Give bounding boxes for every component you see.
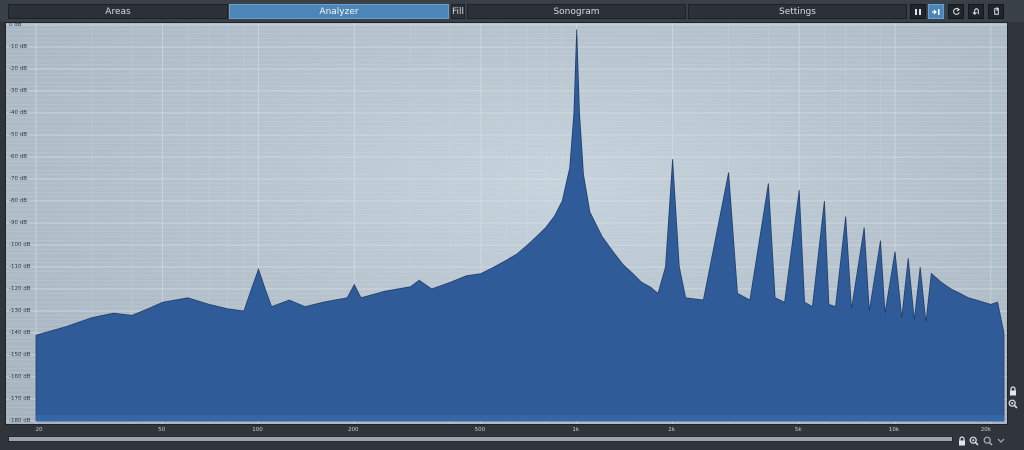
- redo-icon: [993, 7, 999, 15]
- x-tick-label: 50: [158, 427, 166, 433]
- tab-analyzer[interactable]: Analyzer: [229, 4, 449, 19]
- freeze-icon: [932, 8, 940, 15]
- scrollbar-thumb[interactable]: [9, 437, 952, 441]
- redo-button[interactable]: [988, 4, 1004, 19]
- pause-icon: [915, 8, 921, 15]
- pause-button[interactable]: [910, 4, 926, 19]
- toolbar: Areas Analyzer Fill Sonogram Settings: [0, 0, 1024, 22]
- y-tick-label: -10 dB: [9, 44, 27, 50]
- x-tick-label: 200: [348, 427, 359, 433]
- tab-fill[interactable]: Fill: [451, 4, 465, 19]
- y-tick-label: -50 dB: [9, 132, 27, 138]
- tab-areas[interactable]: Areas: [8, 4, 228, 19]
- y-tick-label: -100 dB: [9, 242, 31, 248]
- zoom-out-icon[interactable]: [983, 436, 993, 446]
- freeze-button[interactable]: [928, 4, 944, 19]
- y-tick-label: -180 dB: [9, 418, 31, 424]
- horizontal-scrollbar[interactable]: [8, 436, 953, 442]
- y-tick-label: -130 dB: [9, 308, 31, 314]
- tab-sonogram[interactable]: Sonogram: [467, 4, 686, 19]
- undo-button[interactable]: [968, 4, 984, 19]
- x-tick-label: 10k: [888, 427, 900, 433]
- y-tick-label: -160 dB: [9, 374, 31, 380]
- y-tick-label: -170 dB: [9, 396, 31, 402]
- lock-icon[interactable]: [957, 436, 967, 446]
- x-tick-label: 1k: [572, 427, 580, 433]
- zoom-icon[interactable]: [1008, 399, 1018, 409]
- fit-icon[interactable]: [996, 436, 1006, 446]
- y-tick-label: -60 dB: [9, 154, 27, 160]
- y-tick-label: 0 dB: [9, 22, 22, 28]
- spectrum-area: [35, 29, 1005, 422]
- undo-icon: [972, 8, 979, 15]
- y-tick-label: -150 dB: [9, 352, 31, 358]
- zoom-in-icon[interactable]: [969, 436, 979, 446]
- y-tick-label: -20 dB: [9, 66, 27, 72]
- y-tick-label: -40 dB: [9, 110, 27, 116]
- spectrum-svg: [6, 23, 1007, 424]
- y-tick-label: -80 dB: [9, 198, 27, 204]
- y-tick-label: -140 dB: [9, 330, 31, 336]
- y-tick-label: -70 dB: [9, 176, 27, 182]
- reset-icon: [952, 7, 960, 15]
- y-tick-label: -90 dB: [9, 220, 27, 226]
- tab-settings[interactable]: Settings: [688, 4, 907, 19]
- y-tick-label: -30 dB: [9, 88, 27, 94]
- spectrum-analyzer-plot[interactable]: 0 dB -10 dB -20 dB -30 dB -40 dB -50 dB -60 dB…: [5, 22, 1008, 425]
- x-tick-label: 100: [252, 427, 263, 433]
- x-tick-label: 20k: [980, 427, 991, 433]
- x-tick-label: 500: [474, 427, 486, 433]
- y-tick-label: -110 dB: [9, 264, 31, 270]
- x-tick-label: 5k: [794, 427, 802, 433]
- reset-button[interactable]: [948, 4, 964, 19]
- x-tick-label: 20: [35, 427, 43, 433]
- x-tick-label: 2k: [668, 427, 675, 433]
- lock-icon[interactable]: [1008, 386, 1018, 396]
- spectrum-floor-band: [36, 415, 1004, 421]
- y-tick-label: -120 dB: [9, 286, 31, 292]
